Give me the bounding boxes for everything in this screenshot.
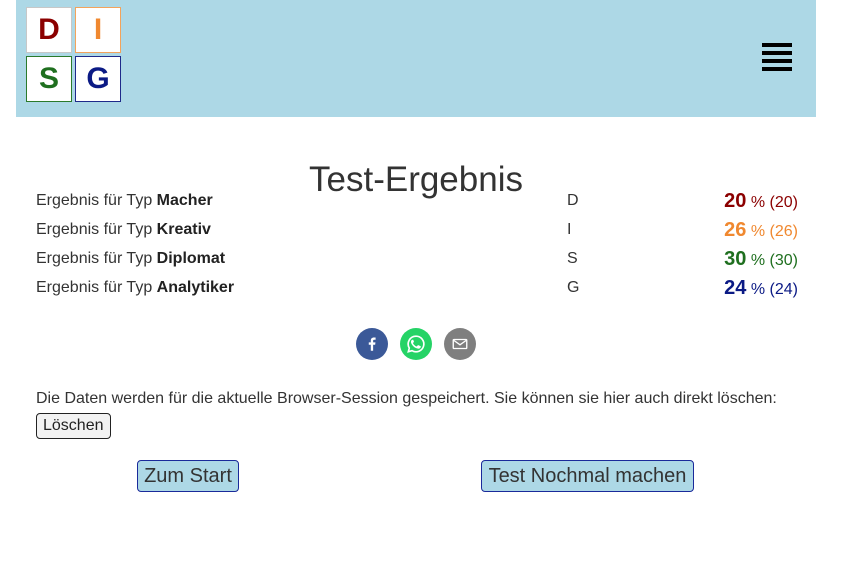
result-type: Diplomat bbox=[156, 250, 226, 267]
delete-button[interactable]: Löschen bbox=[36, 413, 111, 439]
result-letter: G bbox=[567, 279, 580, 296]
result-score: 30 % (30) bbox=[724, 248, 798, 270]
facebook-icon[interactable] bbox=[356, 328, 388, 360]
result-raw: (20) bbox=[769, 194, 798, 211]
result-label: Ergebnis für Typ Diplomat bbox=[36, 250, 226, 267]
result-row-s: Ergebnis für Typ Diplomat S 30 % (30) bbox=[36, 246, 798, 275]
result-type: Macher bbox=[156, 192, 213, 209]
start-button[interactable]: Zum Start bbox=[137, 460, 239, 492]
result-type: Kreativ bbox=[156, 221, 211, 238]
logo-letter-d: D bbox=[26, 7, 72, 53]
disg-logo[interactable]: D I S G bbox=[26, 7, 122, 103]
whatsapp-icon[interactable] bbox=[400, 328, 432, 360]
session-notice-text: Die Daten werden für die aktuelle Browse… bbox=[36, 390, 777, 407]
result-label: Ergebnis für Typ Kreativ bbox=[36, 221, 211, 238]
result-percent: 30 bbox=[724, 248, 747, 270]
email-icon[interactable] bbox=[444, 328, 476, 360]
result-raw: (30) bbox=[769, 252, 798, 269]
result-type: Analytiker bbox=[156, 279, 235, 296]
logo-letter-i: I bbox=[75, 7, 121, 53]
result-score: 26 % (26) bbox=[724, 219, 798, 241]
result-letter: S bbox=[567, 250, 578, 267]
result-percent: 26 bbox=[724, 219, 747, 241]
header-bar: D I S G bbox=[16, 0, 816, 117]
result-label: Ergebnis für Typ Analytiker bbox=[36, 279, 235, 296]
result-raw: (26) bbox=[769, 223, 798, 240]
result-percent: 24 bbox=[724, 277, 747, 299]
result-score: 24 % (24) bbox=[724, 277, 798, 299]
logo-letter-s: S bbox=[26, 56, 72, 102]
result-row-g: Ergebnis für Typ Analytiker G 24 % (24) bbox=[36, 275, 798, 304]
result-letter: D bbox=[567, 192, 579, 209]
retake-test-button[interactable]: Test Nochmal machen bbox=[481, 460, 694, 492]
result-row-d: Ergebnis für Typ Macher D 20 % (20) bbox=[36, 188, 798, 217]
result-percent: 20 bbox=[724, 190, 747, 212]
logo-letter-g: G bbox=[75, 56, 121, 102]
hamburger-icon[interactable] bbox=[762, 43, 792, 71]
session-notice: Die Daten werden für die aktuelle Browse… bbox=[36, 385, 806, 439]
result-row-i: Ergebnis für Typ Kreativ I 26 % (26) bbox=[36, 217, 798, 246]
result-letter: I bbox=[567, 221, 572, 238]
results-table: Ergebnis für Typ Macher D 20 % (20) Erge… bbox=[36, 188, 798, 304]
result-raw: (24) bbox=[769, 281, 798, 298]
result-score: 20 % (20) bbox=[724, 190, 798, 212]
result-label: Ergebnis für Typ Macher bbox=[36, 192, 213, 209]
